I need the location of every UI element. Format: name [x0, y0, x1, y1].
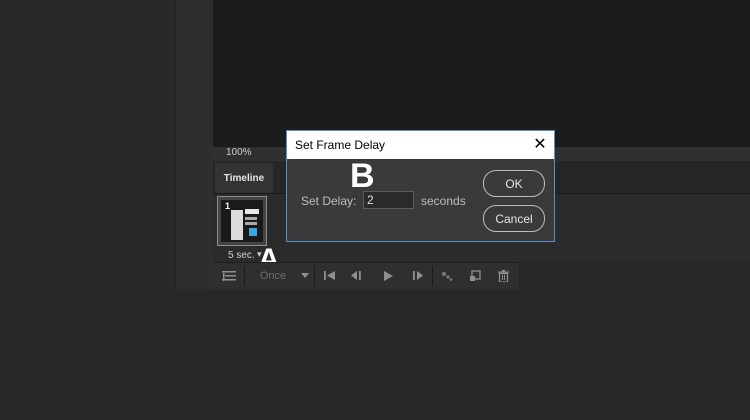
cancel-button[interactable]: Cancel	[483, 205, 545, 232]
document-canvas	[213, 0, 750, 146]
loop-options-select[interactable]: Once	[248, 262, 298, 289]
first-frame-icon[interactable]	[318, 262, 340, 289]
ok-button[interactable]: OK	[483, 170, 545, 197]
dialog-title: Set Frame Delay	[295, 138, 386, 152]
toolbar-divider	[432, 266, 433, 286]
seconds-unit-label: seconds	[421, 194, 466, 208]
next-frame-icon[interactable]	[406, 262, 428, 289]
tools-panel	[175, 0, 215, 289]
convert-to-video-timeline-icon[interactable]	[217, 262, 241, 289]
duplicate-frame-icon[interactable]	[464, 262, 486, 289]
delete-frame-icon[interactable]	[492, 262, 514, 289]
animation-frame[interactable]: 1	[217, 196, 267, 246]
thumbnail-text-block	[245, 209, 259, 214]
close-icon[interactable]: ✕	[530, 133, 550, 155]
zoom-level[interactable]: 100%	[226, 147, 252, 158]
toolbar-divider	[314, 266, 315, 286]
tab-timeline[interactable]: Timeline	[215, 163, 273, 193]
thumbnail-figure	[231, 210, 243, 240]
play-icon[interactable]	[377, 262, 399, 289]
thumbnail-text-line	[245, 222, 257, 225]
frame-thumbnail: 1	[221, 200, 263, 242]
frame-number: 1	[225, 201, 231, 211]
thumbnail-text-line	[245, 217, 257, 220]
toolbar-divider	[244, 266, 245, 286]
previous-frame-icon[interactable]	[346, 262, 368, 289]
chevron-down-icon[interactable]	[298, 262, 312, 289]
delay-input[interactable]	[363, 191, 414, 209]
twitter-logo-icon	[249, 228, 257, 236]
delay-label: Set Delay:	[301, 194, 357, 208]
tween-icon[interactable]	[436, 262, 458, 289]
frame-delay-value[interactable]: 5 sec.	[228, 250, 255, 261]
